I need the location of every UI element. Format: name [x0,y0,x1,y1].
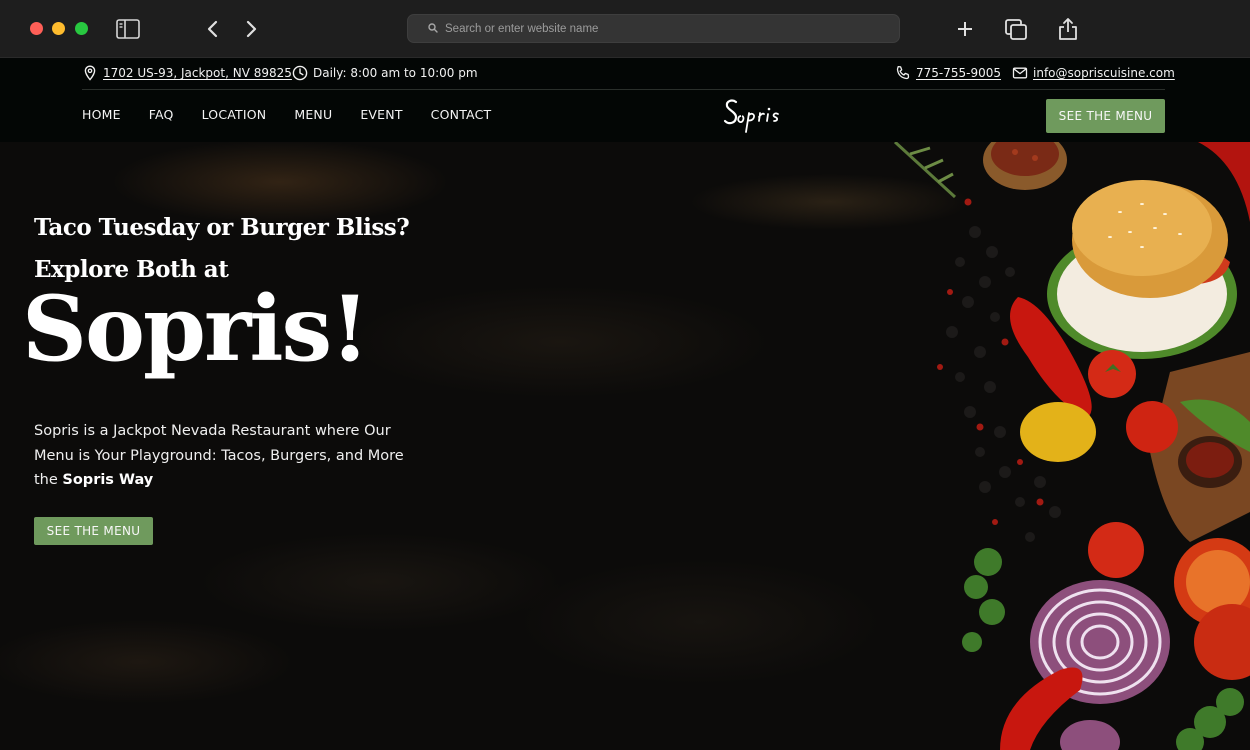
phone-item[interactable]: 775-755-9005 [895,65,1001,81]
mail-icon [1012,65,1028,81]
plus-icon[interactable] [952,16,978,42]
hours-text: Daily: 8:00 am to 10:00 pm [313,66,478,80]
tabs-icon[interactable] [1003,16,1029,42]
phone-icon [895,65,911,81]
hero-description-bold: Sopris Way [62,472,154,488]
minimize-window-button[interactable] [52,22,65,35]
email-item[interactable]: info@sopriscuisine.com [1012,65,1175,81]
clock-icon [292,65,308,81]
hero-section: Taco Tuesday or Burger Bliss? Explore Bo… [0,142,1250,750]
share-icon[interactable] [1055,16,1081,42]
hero-see-menu-button[interactable]: SEE THE MENU [34,517,153,545]
hero-title: Sopris! [22,276,370,382]
sopris-logo[interactable] [722,94,792,136]
hours-item: Daily: 8:00 am to 10:00 pm [292,65,478,81]
search-icon [428,20,438,38]
chevron-left-icon[interactable] [200,16,226,42]
map-pin-icon [82,65,98,81]
nav-faq[interactable]: FAQ [149,107,174,122]
address-bar[interactable]: Search or enter website name [407,14,900,43]
main-nav: HOME FAQ LOCATION MENU EVENT CONTACT [82,107,519,122]
email-link[interactable]: info@sopriscuisine.com [1033,66,1175,80]
hero-kicker-line-1: Taco Tuesday or Burger Bliss? [34,214,410,241]
nav-event[interactable]: EVENT [360,107,402,122]
sidebar-icon[interactable] [115,16,141,42]
nav-contact[interactable]: CONTACT [431,107,492,122]
contact-topbar: 1702 US-93, Jackpot, NV 89825 Daily: 8:0… [82,58,1175,90]
close-window-button[interactable] [30,22,43,35]
browser-toolbar: Search or enter website name [0,0,1250,58]
maximize-window-button[interactable] [75,22,88,35]
chevron-right-icon[interactable] [238,16,264,42]
phone-link[interactable]: 775-755-9005 [916,66,1001,80]
hero-description: Sopris is a Jackpot Nevada Restaurant wh… [34,419,404,493]
address-item[interactable]: 1702 US-93, Jackpot, NV 89825 [82,65,292,81]
nav-menu[interactable]: MENU [294,107,332,122]
nav-home[interactable]: HOME [82,107,121,122]
header-see-menu-button[interactable]: SEE THE MENU [1046,99,1165,133]
food-ingredients-image [893,142,1250,750]
site-header: 1702 US-93, Jackpot, NV 89825 Daily: 8:0… [0,58,1250,142]
address-link[interactable]: 1702 US-93, Jackpot, NV 89825 [103,66,292,80]
nav-location[interactable]: LOCATION [202,107,267,122]
address-bar-placeholder: Search or enter website name [445,22,599,35]
